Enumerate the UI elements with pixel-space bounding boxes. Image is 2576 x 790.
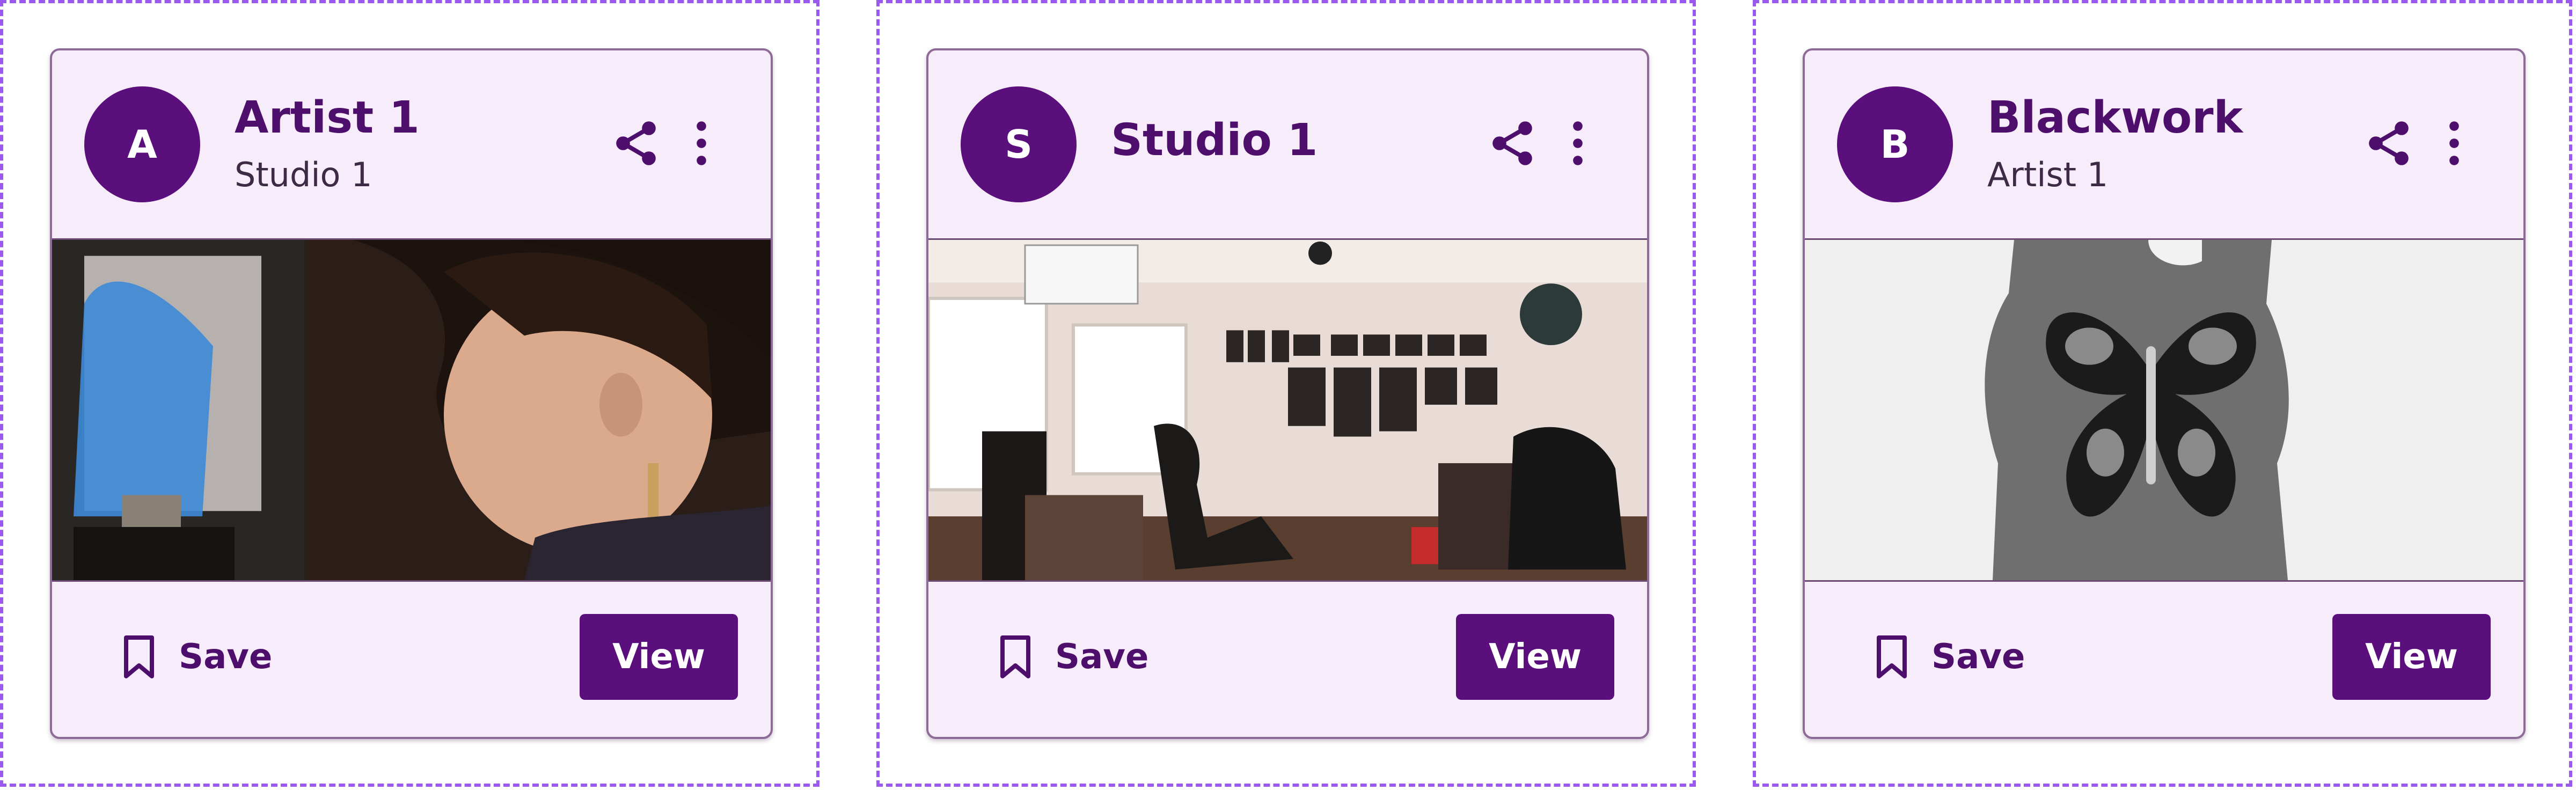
save-label: Save <box>1055 637 1149 677</box>
artist-card: A Artist 1 Studio 1 Save View <box>50 48 773 739</box>
card-image <box>52 238 771 582</box>
share-icon <box>1492 121 1532 165</box>
card-header: S Studio 1 <box>928 50 1647 238</box>
save-button[interactable]: Save <box>998 625 1148 689</box>
avatar: B <box>1837 86 1953 202</box>
avatar: S <box>961 86 1077 202</box>
more-vertical-icon <box>697 121 706 165</box>
more-options-button[interactable] <box>685 118 718 169</box>
bookmark-icon <box>1000 635 1030 678</box>
view-button[interactable]: View <box>1456 614 1614 700</box>
bookmark-icon <box>124 635 154 678</box>
more-options-button[interactable] <box>2438 118 2470 169</box>
bookmark-icon <box>1877 635 1907 678</box>
card-title: Blackwork <box>1987 92 2243 143</box>
share-button[interactable] <box>2363 118 2414 169</box>
share-button[interactable] <box>610 118 662 169</box>
style-card: B Blackwork Artist 1 Save View <box>1803 48 2526 739</box>
card-title: Artist 1 <box>235 92 420 143</box>
card-image <box>1805 238 2523 582</box>
more-vertical-icon <box>2449 121 2459 165</box>
share-icon <box>616 121 656 165</box>
save-button[interactable]: Save <box>1875 625 2025 689</box>
share-button[interactable] <box>1487 118 1538 169</box>
card-title: Studio 1 <box>1111 115 1318 166</box>
view-button[interactable]: View <box>580 614 738 700</box>
share-icon <box>2369 121 2409 165</box>
more-vertical-icon <box>1573 121 1583 165</box>
card-subtitle: Artist 1 <box>1987 155 2109 194</box>
save-label: Save <box>179 637 273 677</box>
studio-card: S Studio 1 Save View <box>926 48 1649 739</box>
card-header: B Blackwork Artist 1 <box>1805 50 2523 238</box>
view-button[interactable]: View <box>2332 614 2491 700</box>
save-label: Save <box>1931 637 2025 677</box>
card-image <box>928 238 1647 582</box>
card-header: A Artist 1 Studio 1 <box>52 50 771 238</box>
card-subtitle: Studio 1 <box>235 155 372 194</box>
avatar: A <box>84 86 200 202</box>
save-button[interactable]: Save <box>122 625 272 689</box>
more-options-button[interactable] <box>1562 118 1594 169</box>
